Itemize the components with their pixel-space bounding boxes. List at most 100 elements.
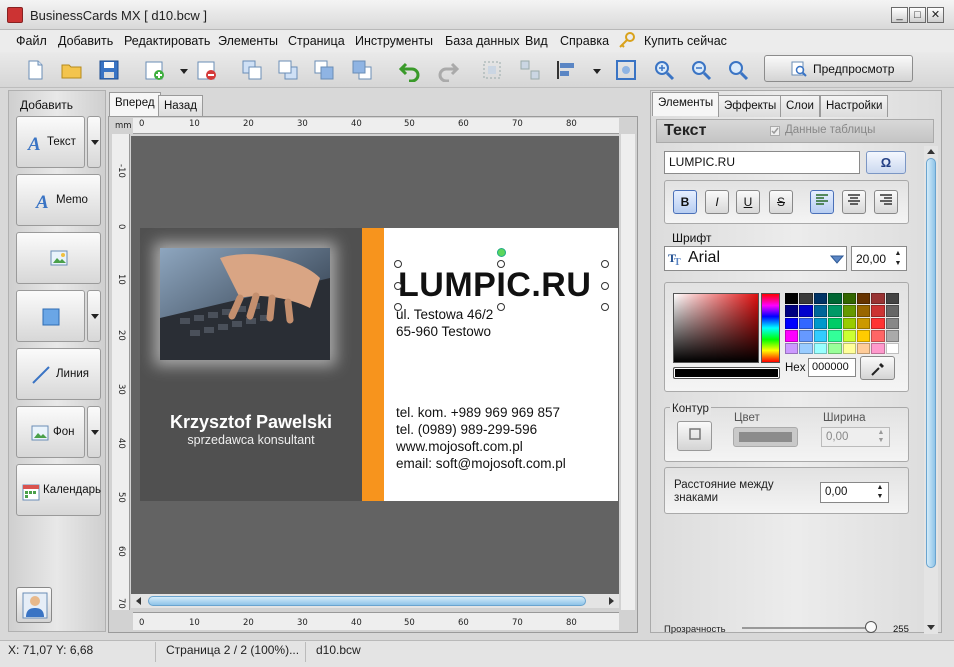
add-text-dropdown[interactable] bbox=[87, 116, 101, 168]
group-icon[interactable] bbox=[480, 58, 504, 82]
resize-handle[interactable] bbox=[394, 260, 402, 268]
opacity-slider[interactable] bbox=[742, 627, 876, 629]
card-person-name[interactable]: Krzysztof Pawelski bbox=[140, 412, 362, 433]
color-swatch[interactable] bbox=[813, 293, 828, 305]
spin-down-icon[interactable]: ▼ bbox=[876, 437, 886, 445]
color-swatch[interactable] bbox=[828, 317, 842, 330]
align-icon[interactable] bbox=[555, 58, 579, 82]
card-person-role[interactable]: sprzedawca konsultant bbox=[140, 433, 362, 447]
color-swatch[interactable] bbox=[785, 317, 799, 330]
color-swatch[interactable] bbox=[885, 317, 899, 330]
color-saturation-area[interactable] bbox=[673, 293, 759, 363]
add-background-dropdown[interactable] bbox=[87, 406, 101, 458]
add-background-button[interactable]: Фон bbox=[16, 406, 85, 458]
card-brand-text[interactable]: LUMPIC.RU bbox=[398, 266, 591, 305]
menu-tools[interactable]: Инструменты bbox=[355, 34, 433, 48]
color-swatch[interactable] bbox=[785, 305, 799, 317]
color-swatch[interactable] bbox=[856, 305, 871, 317]
color-swatches[interactable] bbox=[785, 293, 899, 354]
resize-handle[interactable] bbox=[601, 260, 609, 268]
color-swatch[interactable] bbox=[828, 330, 842, 342]
redo-icon[interactable] bbox=[436, 58, 460, 83]
color-swatch[interactable] bbox=[799, 305, 813, 317]
card-contact-line[interactable]: tel. (0989) 989-299-596 bbox=[396, 422, 537, 437]
undo-icon[interactable] bbox=[398, 58, 422, 83]
color-swatch[interactable] bbox=[885, 293, 899, 305]
color-swatch[interactable] bbox=[828, 342, 842, 354]
color-swatch[interactable] bbox=[813, 305, 828, 317]
color-swatch[interactable] bbox=[885, 330, 899, 342]
minimize-button[interactable]: _ bbox=[891, 7, 908, 23]
zoom-actual-icon[interactable] bbox=[726, 58, 750, 82]
zoom-in-icon[interactable] bbox=[652, 58, 676, 82]
special-symbol-button[interactable]: Ω bbox=[866, 151, 906, 174]
card-address-line[interactable]: ul. Testowa 46/2 bbox=[396, 307, 493, 322]
add-shape-button[interactable] bbox=[16, 290, 85, 342]
color-swatch[interactable] bbox=[813, 330, 828, 342]
color-swatch[interactable] bbox=[871, 342, 885, 354]
tab-effects[interactable]: Эффекты bbox=[718, 95, 783, 117]
card-contact-line[interactable]: email: soft@mojosoft.com.pl bbox=[396, 456, 566, 471]
color-swatch[interactable] bbox=[813, 317, 828, 330]
add-memo-button[interactable]: A Memo bbox=[16, 174, 101, 226]
send-backward-icon[interactable] bbox=[350, 58, 374, 82]
horizontal-scroll-thumb[interactable] bbox=[148, 596, 586, 606]
color-swatch[interactable] bbox=[842, 330, 856, 342]
add-shape-dropdown[interactable] bbox=[87, 290, 101, 342]
color-swatch[interactable] bbox=[799, 293, 813, 305]
add-page-icon[interactable] bbox=[142, 58, 166, 82]
color-swatch[interactable] bbox=[856, 330, 871, 342]
business-card[interactable]: Krzysztof Pawelski sprzedawca konsultant… bbox=[140, 228, 618, 501]
tab-elements[interactable]: Элементы bbox=[652, 92, 720, 116]
menu-database[interactable]: База данных bbox=[445, 34, 519, 48]
bring-forward-icon[interactable] bbox=[312, 58, 336, 82]
ungroup-icon[interactable] bbox=[518, 58, 542, 82]
menu-add[interactable]: Добавить bbox=[58, 34, 113, 48]
add-calendar-button[interactable]: Календарь bbox=[16, 464, 101, 516]
color-swatch[interactable] bbox=[871, 293, 885, 305]
menu-page[interactable]: Страница bbox=[288, 34, 345, 48]
color-swatch[interactable] bbox=[856, 342, 871, 354]
menu-buy-now[interactable]: Купить сейчас bbox=[644, 34, 727, 48]
hex-color-field[interactable]: 000000 bbox=[808, 358, 856, 377]
resize-handle[interactable] bbox=[497, 260, 505, 268]
card-left-block[interactable]: Krzysztof Pawelski sprzedawca konsultant bbox=[140, 228, 362, 501]
color-swatch[interactable] bbox=[885, 305, 899, 317]
tab-back[interactable]: Назад bbox=[158, 95, 203, 117]
new-file-icon[interactable] bbox=[23, 58, 47, 82]
menu-file[interactable]: Файл bbox=[16, 34, 47, 48]
color-swatch[interactable] bbox=[799, 330, 813, 342]
resize-handle[interactable] bbox=[497, 303, 505, 311]
color-swatch[interactable] bbox=[799, 342, 813, 354]
align-left-button[interactable] bbox=[810, 190, 834, 214]
color-swatch[interactable] bbox=[842, 317, 856, 330]
chevron-down-icon[interactable] bbox=[830, 253, 844, 265]
color-swatch[interactable] bbox=[785, 293, 799, 305]
spin-up-icon[interactable]: ▲ bbox=[893, 250, 903, 258]
tab-front[interactable]: Вперед bbox=[109, 92, 161, 116]
align-right-button[interactable] bbox=[874, 190, 898, 214]
zoom-out-icon[interactable] bbox=[689, 58, 713, 82]
preview-button[interactable]: Предпросмотр bbox=[764, 55, 913, 82]
color-swatch[interactable] bbox=[842, 305, 856, 317]
strikethrough-button[interactable]: S bbox=[769, 190, 793, 214]
color-swatch[interactable] bbox=[799, 317, 813, 330]
color-swatch[interactable] bbox=[785, 342, 799, 354]
spin-down-icon[interactable]: ▼ bbox=[875, 493, 885, 501]
resize-handle[interactable] bbox=[394, 303, 402, 311]
scroll-down-icon[interactable] bbox=[926, 622, 936, 632]
menu-edit[interactable]: Редактировать bbox=[124, 34, 210, 48]
bold-button[interactable]: B bbox=[673, 190, 697, 214]
menu-elements[interactable]: Элементы bbox=[218, 34, 278, 48]
spin-up-icon[interactable]: ▲ bbox=[875, 484, 885, 492]
menu-view[interactable]: Вид bbox=[525, 34, 548, 48]
card-photo[interactable] bbox=[160, 248, 330, 360]
spin-down-icon[interactable]: ▼ bbox=[893, 260, 903, 268]
tab-layers[interactable]: Слои bbox=[780, 95, 820, 117]
add-page-dropdown-icon[interactable] bbox=[172, 58, 188, 82]
color-swatch[interactable] bbox=[856, 293, 871, 305]
color-swatch[interactable] bbox=[885, 342, 899, 354]
card-address-line[interactable]: 65-960 Testowo bbox=[396, 324, 491, 339]
color-swatch[interactable] bbox=[828, 293, 842, 305]
save-icon[interactable] bbox=[97, 58, 121, 82]
